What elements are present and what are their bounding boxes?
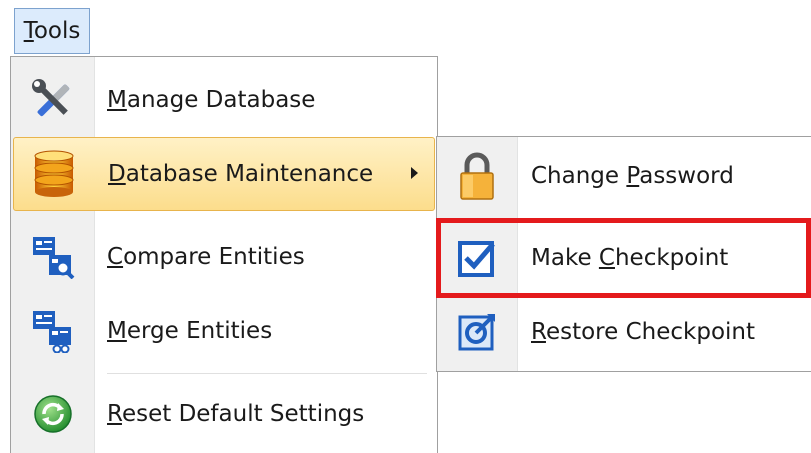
submenu-item-change-password[interactable]: Change Password xyxy=(437,139,811,213)
menu-tools-label: Tools xyxy=(23,18,81,44)
menu-tools[interactable]: Tools xyxy=(14,8,90,54)
menu-item-database-maintenance[interactable]: Database Maintenance xyxy=(13,137,435,211)
menu-item-label: Reset Default Settings xyxy=(107,401,365,427)
compare-entities-icon xyxy=(13,220,93,294)
menu-item-manage-database[interactable]: Manage Database xyxy=(13,63,435,137)
database-icon xyxy=(14,138,94,210)
menu-item-label: Manage Database xyxy=(107,87,316,113)
menu-item-compare-entities[interactable]: Compare Entities xyxy=(13,220,435,294)
menu-item-label: Compare Entities xyxy=(107,244,305,270)
submenu-item-label: Change Password xyxy=(531,163,734,189)
menu-item-merge-entities[interactable]: Merge Entities xyxy=(13,294,435,368)
submenu-item-make-checkpoint[interactable]: Make Checkpoint xyxy=(437,221,811,295)
submenu-arrow-icon xyxy=(411,167,418,179)
padlock-icon xyxy=(437,139,517,213)
merge-entities-icon xyxy=(13,294,93,368)
restore-checkpoint-icon xyxy=(437,295,517,369)
menu-item-reset-default-settings[interactable]: Reset Default Settings xyxy=(13,377,435,451)
menu-separator xyxy=(107,373,427,374)
menu-item-label: Database Maintenance xyxy=(108,161,374,187)
database-maintenance-submenu: Change Password Make Checkpoint Restore … xyxy=(436,136,811,372)
menu-item-label: Merge Entities xyxy=(107,318,273,344)
submenu-item-label: Restore Checkpoint xyxy=(531,319,755,345)
checkbox-icon xyxy=(437,221,517,295)
tools-wrench-screwdriver-icon xyxy=(13,63,93,137)
submenu-item-label: Make Checkpoint xyxy=(531,245,729,271)
reset-settings-icon xyxy=(13,377,93,451)
tools-menu: Manage Database Database Maintenance Com… xyxy=(10,56,438,453)
submenu-item-restore-checkpoint[interactable]: Restore Checkpoint xyxy=(437,295,811,369)
